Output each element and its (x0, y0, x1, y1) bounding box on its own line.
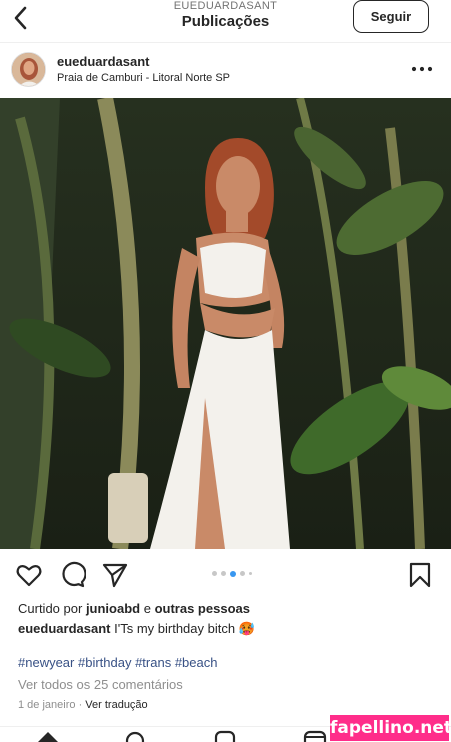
comment-icon[interactable] (58, 561, 86, 589)
caption: eueduardasant I'Ts my birthday bitch 🥵 (18, 621, 255, 637)
meta-separator: · (78, 699, 83, 711)
avatar[interactable] (11, 52, 46, 87)
caption-username[interactable]: eueduardasant (18, 621, 110, 636)
reels-icon[interactable] (303, 730, 327, 742)
share-icon[interactable] (101, 561, 129, 589)
carousel-dot (249, 572, 252, 575)
bookmark-icon[interactable] (406, 561, 434, 589)
top-bar: EUEDUARDASANT Publicações Seguir (0, 0, 451, 42)
heart-icon[interactable] (15, 561, 43, 589)
more-horizontal-icon[interactable] (409, 57, 435, 81)
watermark: fapellino.net (330, 715, 451, 741)
caption-text: I'Ts my birthday bitch 🥵 (114, 621, 255, 636)
carousel-indicator (212, 570, 252, 577)
post-date: 1 de janeiro (18, 699, 76, 711)
post-actions (0, 549, 451, 599)
home-icon[interactable] (37, 731, 59, 742)
post-location[interactable]: Praia de Camburi - Litoral Norte SP (57, 72, 230, 84)
post-username[interactable]: eueduardasant (57, 54, 149, 69)
post-header: eueduardasant Praia de Camburi - Litoral… (0, 43, 451, 98)
carousel-dot-active (230, 570, 236, 577)
create-icon[interactable] (214, 730, 236, 742)
carousel-dot (221, 571, 226, 576)
post-meta: 1 de janeiro · Ver tradução (18, 699, 148, 711)
liked-by-others[interactable]: outras pessoas (155, 601, 250, 616)
hashtags[interactable]: #newyear #birthday #trans #beach (18, 655, 217, 670)
carousel-dot (240, 571, 245, 576)
carousel-dot (212, 571, 217, 576)
likes-connector: e (143, 601, 151, 616)
likes-line: Curtido por junioabd e outras pessoas (18, 601, 250, 616)
translate-link[interactable]: Ver tradução (85, 699, 147, 711)
post-photo[interactable] (0, 98, 451, 549)
liked-by-user[interactable]: junioabd (86, 601, 140, 616)
search-icon[interactable] (124, 730, 146, 742)
likes-prefix: Curtido por (18, 601, 83, 616)
follow-button[interactable]: Seguir (353, 0, 429, 33)
view-comments-link[interactable]: Ver todos os 25 comentários (18, 677, 183, 692)
